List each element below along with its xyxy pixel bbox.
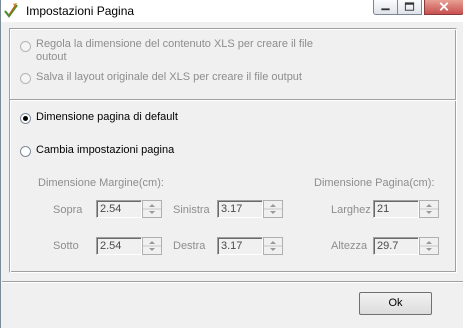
footer-divider — [2, 281, 463, 283]
margin-top-label: Sopra — [53, 204, 83, 216]
margin-right-label: Destra — [173, 240, 206, 252]
page-width-field[interactable]: 21 — [373, 200, 419, 218]
title-bar[interactable]: Impostazioni Pagina — [1, 0, 463, 22]
spinner-arrows-icon — [420, 241, 438, 251]
margin-left-value: 3.17 — [221, 203, 243, 215]
margin-right-field[interactable]: 3.17 — [217, 237, 263, 255]
page-settings-dialog: Impostazioni Pagina Regola la dimensione… — [0, 0, 463, 328]
spinner-arrows-icon — [143, 241, 161, 251]
change-settings-label: Cambia impostazioni pagina — [36, 144, 175, 156]
close-button[interactable] — [424, 0, 463, 15]
window-title: Impostazioni Pagina — [26, 4, 135, 18]
margin-heading: Dimensione Margine(cm): — [38, 177, 164, 189]
resize-content-label-line2: outout — [36, 51, 67, 63]
close-icon — [439, 2, 449, 11]
spinner-arrows-icon — [143, 204, 161, 214]
default-size-label: Dimensione pagina di default — [36, 111, 178, 123]
page-width-value: 21 — [377, 203, 390, 215]
section-divider — [10, 99, 456, 101]
margin-top-value: 2.54 — [100, 203, 122, 215]
margin-top-spinner[interactable] — [142, 200, 162, 218]
spinner-arrows-icon — [264, 241, 282, 251]
default-size-radio[interactable] — [20, 113, 31, 124]
spinner-arrows-icon — [420, 204, 438, 214]
margin-left-label: Sinistra — [173, 204, 210, 216]
spinner-arrows-icon — [264, 204, 282, 214]
page-size-heading: Dimensione Pagina(cm): — [314, 177, 435, 189]
page-width-spinner[interactable] — [419, 200, 439, 218]
margin-right-value: 3.17 — [221, 240, 243, 252]
margin-right-spinner[interactable] — [263, 237, 283, 255]
resize-content-radio[interactable] — [20, 41, 31, 52]
page-width-label: Larghez — [331, 204, 371, 216]
keep-layout-label: Salva il layout originale del XLS per cr… — [36, 71, 302, 83]
margin-top-field[interactable]: 2.54 — [96, 200, 142, 218]
radio-selected-dot — [23, 116, 28, 121]
resize-content-label-line1: Regola la dimensione del contenuto XLS p… — [36, 38, 313, 50]
margin-bottom-field[interactable]: 2.54 — [96, 237, 142, 255]
margin-bottom-spinner[interactable] — [142, 237, 162, 255]
minimize-button[interactable] — [373, 0, 398, 15]
ok-button[interactable]: Ok — [359, 292, 432, 315]
maximize-button[interactable] — [397, 0, 422, 15]
margin-bottom-label: Sotto — [53, 240, 79, 252]
keep-layout-radio[interactable] — [20, 73, 31, 84]
page-height-field[interactable]: 29.7 — [373, 237, 419, 255]
margin-left-field[interactable]: 3.17 — [217, 200, 263, 218]
maximize-icon — [404, 2, 415, 11]
margin-bottom-value: 2.54 — [100, 240, 122, 252]
change-settings-radio[interactable] — [20, 146, 31, 157]
page-height-spinner[interactable] — [419, 237, 439, 255]
margin-left-spinner[interactable] — [263, 200, 283, 218]
minimize-icon — [381, 8, 390, 11]
page-height-label: Altezza — [331, 240, 368, 252]
pencil-check-icon — [4, 3, 18, 18]
page-height-value: 29.7 — [377, 240, 399, 252]
